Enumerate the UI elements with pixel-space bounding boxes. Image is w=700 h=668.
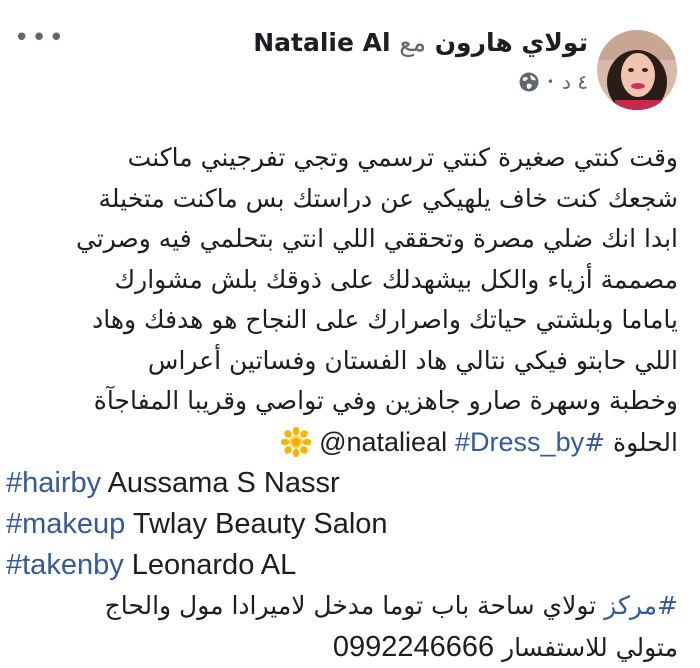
credit-text: Leonardo AL (124, 549, 297, 581)
post-meta: ٤ د • (519, 70, 588, 94)
credit-text: Aussama S Nassr (101, 467, 340, 499)
center-line: #مركز تولاي ساحة باب توما مدخل لاميرادا … (6, 586, 678, 627)
body-line: ابدا انك ضلي مصرة وتحققي اللي انتي بتحلم… (6, 219, 678, 260)
author-name-link[interactable]: تولاي هارون (435, 28, 588, 57)
meta-separator: • (547, 75, 554, 89)
body-text-fragment: الحلوة (613, 428, 678, 457)
center-address-text: تولاي ساحة باب توما مدخل لاميرادا مول وا… (105, 591, 605, 620)
credit-line-hair: #hairby Aussama S Nassr (6, 463, 678, 504)
body-line: وخطبة وسهرة صارو جاهزين وفي تواصي وقريبا… (6, 381, 678, 422)
post-body: وقت كنتي صغيرة كنتي ترسمي وتجي تفرجيني م… (6, 138, 678, 668)
sunflower-emoji-icon (281, 427, 311, 457)
globe-icon (519, 72, 539, 92)
credit-text: Twlay Beauty Salon (125, 508, 387, 540)
phone-number-link[interactable]: 0992246666 (333, 631, 494, 663)
avatar[interactable] (597, 30, 677, 110)
with-word: مع (399, 28, 426, 57)
post-timestamp[interactable]: ٤ د (562, 70, 588, 94)
contact-text: متولي للاستفسار (494, 633, 678, 662)
center-hashtag-link[interactable]: #مركز (604, 591, 678, 620)
more-options-icon[interactable]: ••• (14, 28, 66, 48)
body-line: اللي حابتو فيكي نتالي هاد الفستان وفساتي… (6, 341, 678, 382)
hashtag-link[interactable]: # (584, 428, 605, 457)
hairby-hashtag-link[interactable]: #hairby (6, 467, 101, 499)
contact-line: متولي للاستفسار 0992246666 (6, 627, 678, 668)
body-line: مصممة أزياء والكل بيشهدلك على ذوقك بلش م… (6, 260, 678, 301)
tagged-user-link[interactable]: Natalie Al (253, 28, 390, 57)
makeup-hashtag-link[interactable]: #makeup (6, 508, 125, 540)
takenby-hashtag-link[interactable]: #takenby (6, 549, 124, 581)
avatar-image (597, 30, 677, 110)
post-header-title: تولاي هارون مع Natalie Al (253, 28, 588, 57)
dress-by-hashtag-link[interactable]: #Dress_by (455, 427, 584, 457)
body-line-tags: الحلوة # @natalieal #Dress_by (6, 422, 678, 464)
body-line: وقت كنتي صغيرة كنتي ترسمي وتجي تفرجيني م… (6, 138, 678, 179)
mention-link[interactable]: @natalieal (319, 427, 447, 457)
facebook-post: ••• تولاي هارون مع Natalie Al ٤ د • وقت … (0, 0, 700, 666)
body-line: شجعك كنت خاف يلهيكي عن دراستك بس ماكنت م… (6, 179, 678, 220)
credit-line-photo: #takenby Leonardo AL (6, 545, 678, 586)
body-line: ياماما وبلشتي حياتك واصرارك على النجاح ه… (6, 300, 678, 341)
credit-line-makeup: #makeup Twlay Beauty Salon (6, 504, 678, 545)
